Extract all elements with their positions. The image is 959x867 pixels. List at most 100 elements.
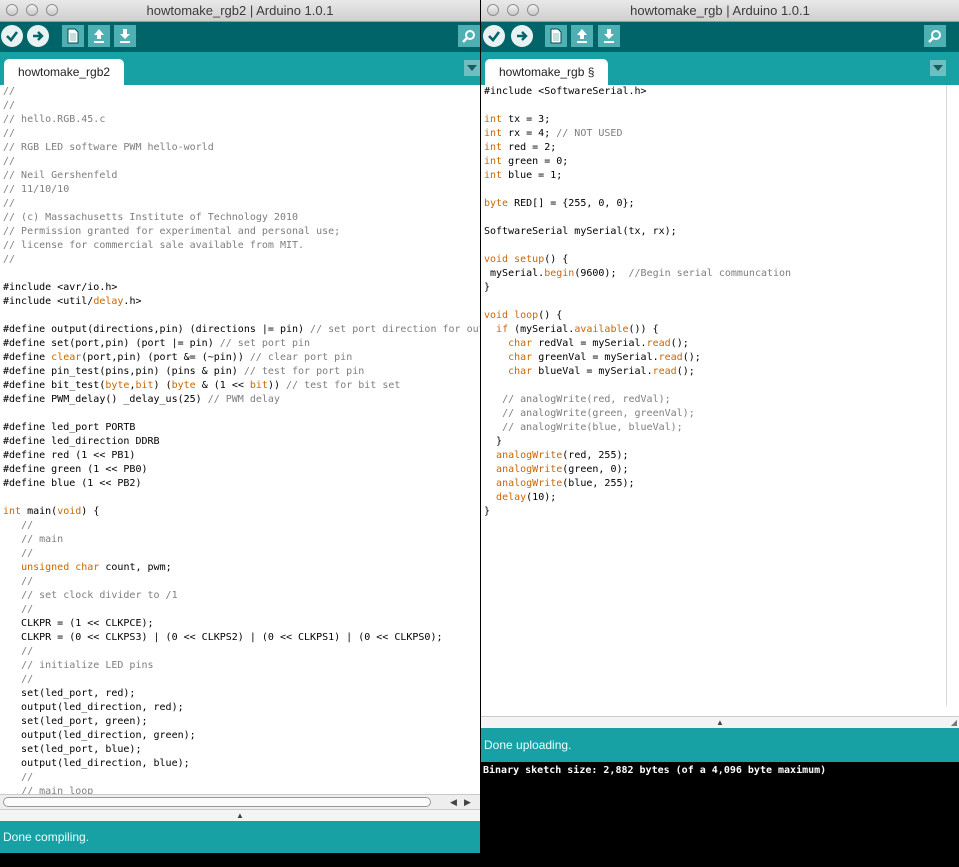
code-comment: //: [3, 128, 16, 139]
code-token: #define blue (1 << PB2): [3, 478, 142, 489]
code-editor[interactable]: // // // hello.RGB.45.c // // RGB LED so…: [0, 85, 480, 794]
arduino-window-right: howtomake_rgb | Arduino 1.0.1 howtomake_…: [481, 0, 959, 867]
editor-bottom-gap: [481, 706, 959, 716]
vertical-scrollbar[interactable]: [946, 85, 958, 706]
code-token: ();: [670, 338, 689, 349]
code-comment: // NOT USED: [556, 128, 623, 139]
code-token: rx = 4;: [502, 128, 557, 139]
code-token: output(led_direction, red);: [3, 702, 184, 713]
code-keyword: delay: [93, 296, 124, 307]
code-token: )): [267, 380, 287, 391]
code-keyword: clear: [51, 352, 82, 363]
code-keyword: analogWrite: [496, 464, 563, 475]
code-comment: // analogWrite(red, redVal);: [502, 394, 671, 405]
code-comment: // Neil Gershenfeld: [3, 170, 118, 181]
open-button[interactable]: [88, 25, 110, 47]
tab-menu-button[interactable]: [464, 60, 480, 76]
verify-button[interactable]: [483, 25, 505, 47]
code-token: set(led_port, green);: [3, 716, 148, 727]
code-keyword: bit: [249, 380, 268, 391]
code-token: RED[] = {255, 0, 0};: [508, 198, 635, 209]
code-comment: //Begin serial communcation: [628, 268, 792, 279]
scroll-left-arrow[interactable]: ◀: [450, 796, 457, 808]
code-keyword: begin: [544, 268, 575, 279]
verify-icon: [6, 31, 19, 42]
code-token: () {: [544, 254, 569, 265]
upload-icon: [517, 31, 528, 41]
code-token: #include <avr/io.h>: [3, 282, 118, 293]
code-token: #define red (1 << PB1): [3, 450, 136, 461]
save-button[interactable]: [114, 25, 136, 47]
code-token: CLKPR = (0 << CLKPS3) | (0 << CLKPS2) | …: [3, 632, 443, 643]
code-comment: // 11/10/10: [3, 184, 70, 195]
console-output: Binary sketch size: 2,882 bytes (of a 4,…: [481, 762, 959, 867]
code-token: #define led_direction DDRB: [3, 436, 160, 447]
horizontal-scrollbar[interactable]: ◀ ▶: [0, 794, 480, 809]
code-editor[interactable]: #include <SoftwareSerial.h> int tx = 3; …: [481, 85, 946, 706]
tab-howtomake-rgb[interactable]: howtomake_rgb §: [485, 59, 609, 85]
code-token: #define led_port PORTB: [3, 422, 136, 433]
code-token: set(led_port, blue);: [3, 744, 142, 755]
window-title: howtomake_rgb | Arduino 1.0.1: [630, 3, 810, 18]
code-token: #include <util/: [3, 296, 94, 307]
save-button[interactable]: [598, 25, 620, 47]
code-keyword: byte: [484, 198, 509, 209]
title-bar: howtomake_rgb | Arduino 1.0.1: [481, 0, 959, 22]
code-comment: // main loop: [21, 786, 94, 794]
code-token: redVal = mySerial.: [532, 338, 647, 349]
code-comment: //: [3, 198, 16, 209]
code-keyword: if: [496, 324, 509, 335]
code-token: main(: [21, 506, 58, 517]
code-token: #define: [3, 352, 52, 363]
code-keyword: void: [57, 506, 82, 517]
code-token: blue = 1;: [502, 170, 563, 181]
code-keyword: available: [574, 324, 629, 335]
tab-howtomake-rgb2[interactable]: howtomake_rgb2: [4, 59, 125, 85]
code-keyword: analogWrite: [496, 450, 563, 461]
console-divider[interactable]: ▲: [0, 809, 480, 821]
code-token: blueVal = mySerial.: [532, 366, 653, 377]
code-comment: //: [3, 86, 16, 97]
code-keyword: char: [508, 352, 533, 363]
upload-button[interactable]: [27, 25, 49, 47]
code-keyword: int: [484, 156, 503, 167]
save-icon: [120, 29, 130, 43]
code-token: }: [484, 282, 491, 293]
code-token: (red, 255);: [562, 450, 629, 461]
code-token: #define output(directions,pin) (directio…: [3, 324, 311, 335]
serial-monitor-button[interactable]: [458, 25, 480, 47]
code-token: #define set(port,pin) (port |= pin): [3, 338, 220, 349]
open-icon: [94, 29, 104, 43]
code-keyword: char: [508, 366, 533, 377]
scrollbar-thumb[interactable]: [3, 797, 431, 807]
resize-grip-icon[interactable]: ◢: [951, 717, 957, 728]
verify-button[interactable]: [1, 25, 23, 47]
code-comment: // (c) Massachusetts Institute of Techno…: [3, 212, 299, 223]
window-title: howtomake_rgb2 | Arduino 1.0.1: [146, 3, 334, 18]
tab-menu-button[interactable]: [930, 60, 946, 76]
verify-icon: [488, 31, 501, 42]
code-comment: //: [3, 100, 16, 111]
open-button[interactable]: [571, 25, 593, 47]
scroll-right-arrow[interactable]: ▶: [464, 796, 471, 808]
code-keyword: int: [3, 506, 22, 517]
code-token: }: [484, 436, 503, 447]
upload-button[interactable]: [511, 25, 533, 47]
code-token: SoftwareSerial mySerial(tx, rx);: [484, 226, 677, 237]
new-button[interactable]: [545, 25, 567, 47]
code-token: #define pin_test(pins,pin) (pins & pin): [3, 366, 244, 377]
console-divider[interactable]: ▲ ◢: [481, 716, 959, 728]
new-button[interactable]: [62, 25, 84, 47]
serial-monitor-button[interactable]: [924, 25, 946, 47]
tab-menu-icon: [933, 64, 943, 71]
toolbar: [481, 22, 959, 52]
code-comment: // initialize LED pins: [21, 660, 154, 671]
status-bar: Done uploading.: [481, 728, 959, 762]
toolbar: [0, 22, 480, 52]
